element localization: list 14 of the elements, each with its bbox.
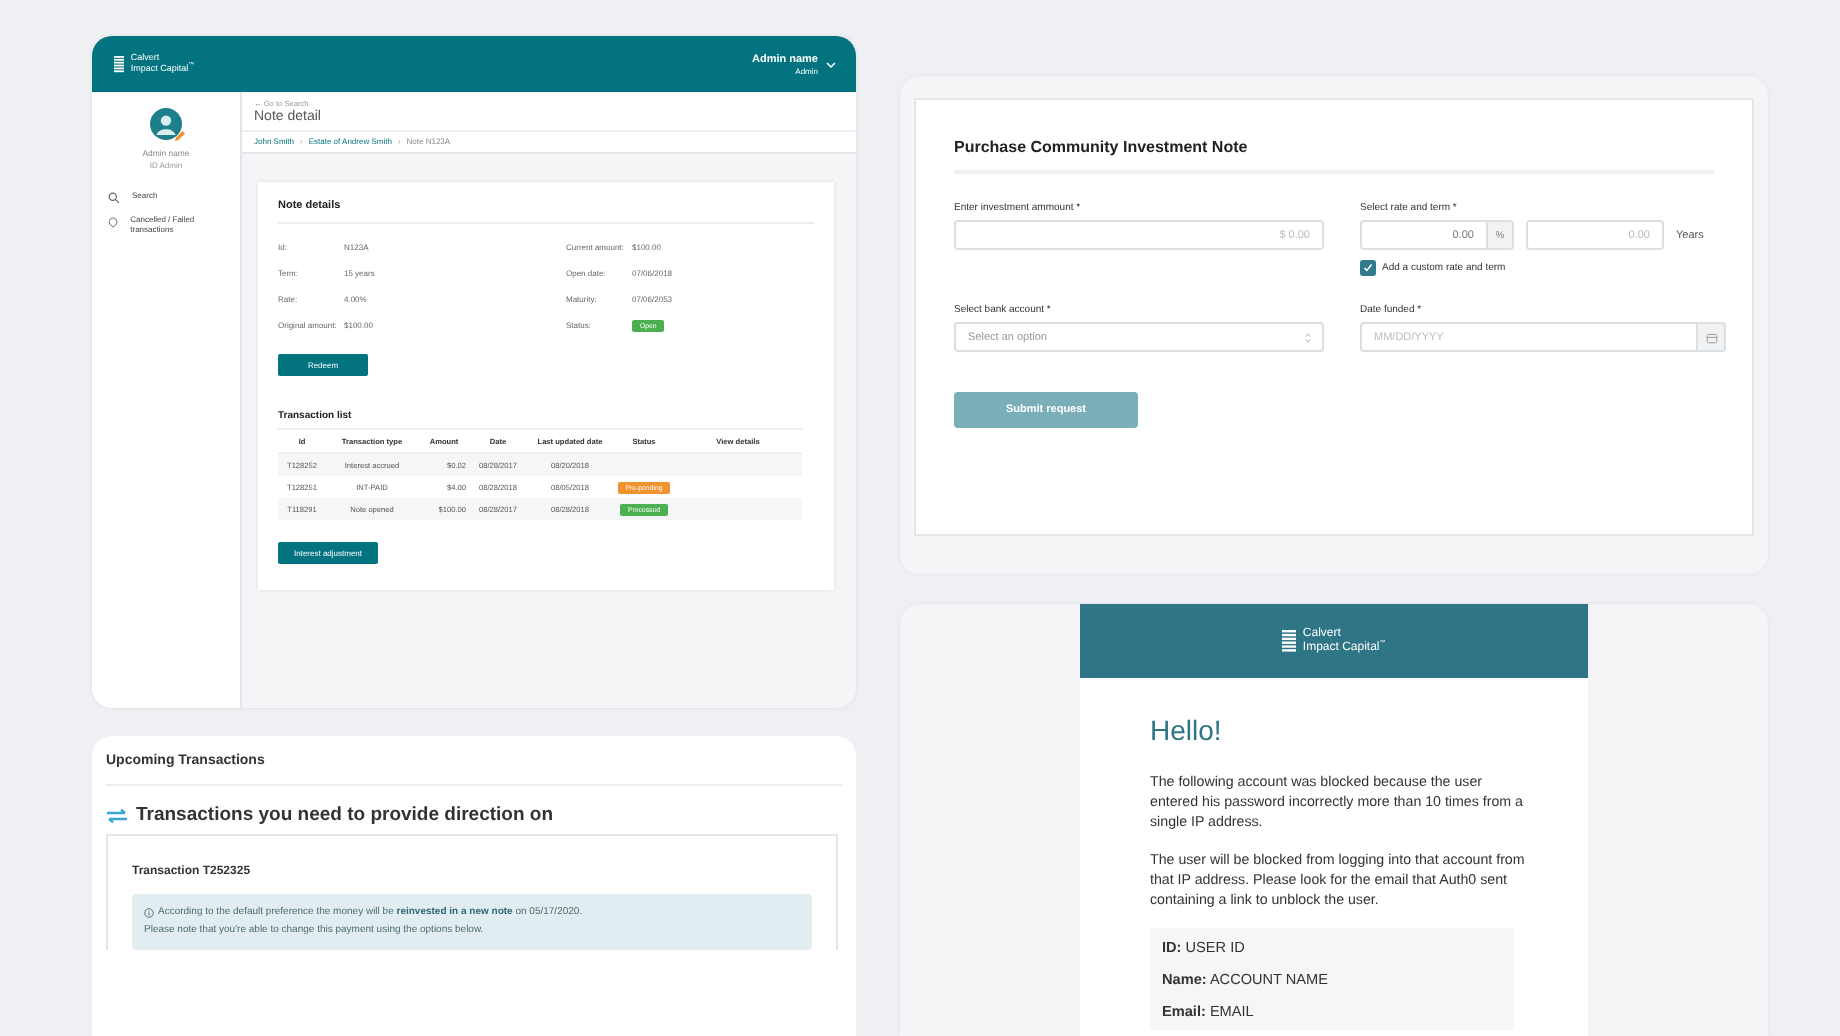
avatar: [150, 108, 182, 140]
greeting: Hello!: [1150, 714, 1224, 746]
calendar-icon: [1705, 331, 1717, 343]
info-icon: [144, 907, 154, 917]
speech-bubble-icon: [108, 216, 119, 228]
logo-icon: [1282, 629, 1297, 653]
chevron-down-icon[interactable]: [826, 61, 836, 67]
checkbox[interactable]: [1360, 260, 1376, 276]
logo-icon: [114, 55, 125, 73]
search-icon: [108, 192, 120, 204]
section-heading: Transactions you need to provide direction on: [136, 804, 554, 826]
pencil-icon[interactable]: [174, 130, 186, 142]
swap-arrows-icon: [106, 807, 128, 823]
form-title: Purchase Community Investment Note: [954, 138, 1714, 174]
